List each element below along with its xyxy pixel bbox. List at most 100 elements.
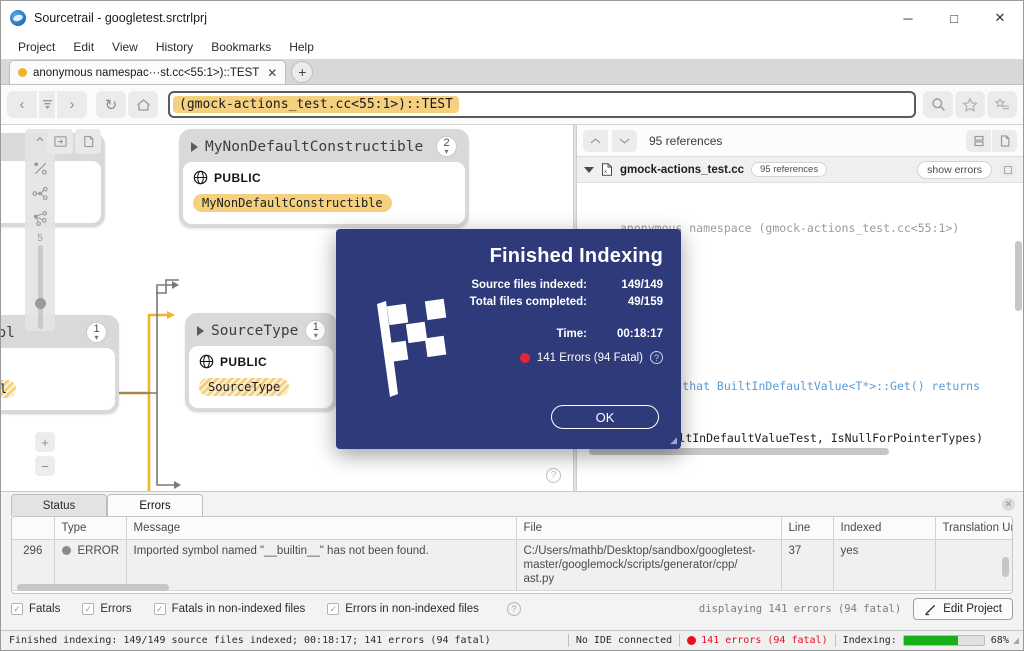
window-resize-grip[interactable]: ◢ — [1009, 636, 1019, 645]
errors-table[interactable]: Type Message File Line Indexed Translati… — [11, 516, 1013, 594]
col-rownum[interactable] — [12, 517, 55, 540]
table-vertical-scrollbar[interactable] — [1002, 557, 1009, 577]
zoom-in-button[interactable]: + — [35, 432, 55, 452]
minimize-button[interactable]: ─ — [885, 1, 931, 35]
tab-active[interactable]: anonymous namespac···st.cc<55:1>)::TEST … — [9, 60, 287, 84]
menu-history[interactable]: History — [147, 38, 202, 56]
col-message[interactable]: Message — [126, 517, 517, 540]
col-indexed[interactable]: Indexed — [833, 517, 936, 540]
cell-rownum: 296 — [12, 539, 55, 591]
checkbox[interactable] — [327, 603, 340, 615]
search-input[interactable]: (gmock-actions_test.cc<55:1>)::TEST — [168, 91, 916, 118]
dialog-resize-grip[interactable]: ◢ — [670, 435, 677, 446]
export-glyph — [53, 136, 67, 147]
code-horizontal-scrollbar[interactable] — [589, 448, 889, 455]
zoom-slider[interactable] — [34, 245, 46, 329]
expand-triangle-icon[interactable] — [197, 325, 204, 336]
dialog-errors-row[interactable]: 141 Errors (94 Fatal) ? — [519, 351, 663, 364]
ide-status[interactable]: No IDE connected — [576, 635, 672, 646]
table-row[interactable]: 296 ERROR Imported symbol named "__built… — [12, 539, 1012, 591]
tab-errors[interactable]: Errors — [107, 494, 203, 516]
access-label: PUBLIC — [220, 354, 268, 369]
graph-node-title: tionImpl — [1, 324, 15, 341]
list-view-icon[interactable] — [966, 129, 991, 152]
menu-view[interactable]: View — [103, 38, 147, 56]
next-reference-button[interactable] — [612, 129, 637, 152]
checkbox[interactable] — [153, 603, 166, 615]
close-button[interactable]: ✕ — [977, 1, 1023, 35]
errors-help-icon[interactable]: ? — [650, 351, 663, 364]
table-horizontal-scrollbar[interactable] — [17, 584, 169, 591]
graph-node-mynondefaultconstructible[interactable]: MyNonDefaultConstructible 2 ▾ PUBLIC MyN… — [179, 129, 469, 228]
maximize-snippet-icon[interactable] — [999, 161, 1016, 178]
zoom-slider-handle[interactable] — [34, 298, 46, 309]
history-dropdown-icon[interactable] — [39, 91, 55, 118]
expand-triangle-icon[interactable] — [191, 141, 198, 152]
back-button[interactable]: ‹ — [7, 91, 37, 118]
dialog-ok-button[interactable]: OK — [551, 405, 659, 429]
graph-node-sourcetype[interactable]: SourceType 1 ▾ PUBLIC SourceType — [185, 313, 337, 412]
tab-close-icon[interactable]: ✕ — [267, 66, 277, 80]
zoom-out-button[interactable]: − — [35, 456, 55, 476]
status-errors[interactable]: 141 errors (94 fatal) — [687, 635, 828, 646]
col-line[interactable]: Line — [781, 517, 834, 540]
graph-node-count[interactable]: 2 ▾ — [436, 136, 457, 157]
search-icon[interactable] — [923, 91, 953, 118]
graph-node-count[interactable]: 1 ▾ — [305, 320, 327, 341]
checkbox[interactable] — [82, 603, 95, 615]
graph-member[interactable]: SourceType — [199, 378, 289, 396]
checkbox[interactable] — [11, 603, 23, 615]
chevron-down-icon: ▾ — [313, 330, 318, 340]
bookmark-list-icon[interactable] — [987, 91, 1017, 118]
menu-project[interactable]: Project — [9, 38, 64, 56]
filter-errors[interactable]: Errors — [82, 603, 132, 615]
bottom-panel-close-icon[interactable]: ✕ — [1002, 498, 1015, 511]
access-label: PUBLIC — [214, 170, 262, 185]
menu-bookmarks[interactable]: Bookmarks — [202, 38, 280, 56]
finished-indexing-dialog: Finished Indexing Source files indexed: … — [336, 229, 681, 449]
edit-project-button[interactable]: Edit Project — [913, 598, 1013, 620]
refresh-button[interactable]: ↻ — [96, 91, 126, 118]
graph-member[interactable]: ctionImpl — [1, 380, 16, 398]
bookmark-star-icon[interactable] — [955, 91, 985, 118]
code-vertical-scrollbar[interactable] — [1015, 241, 1022, 311]
menu-help[interactable]: Help — [280, 38, 323, 56]
list-view-glyph — [973, 135, 984, 146]
col-file[interactable]: File — [516, 517, 782, 540]
share-graph-icon[interactable] — [27, 206, 53, 231]
new-tab-button[interactable]: + — [291, 61, 314, 83]
percent-graph-icon[interactable] — [27, 156, 53, 181]
file-view-icon[interactable] — [992, 129, 1017, 152]
table-header-row: Type Message File Line Indexed Translati… — [12, 517, 1012, 540]
error-dot-icon — [519, 352, 530, 363]
indexing-percent: 68% — [990, 635, 1009, 646]
home-button[interactable] — [128, 91, 158, 118]
page-icon[interactable] — [75, 129, 101, 154]
col-translation-unit[interactable]: Translation Un — [935, 517, 1012, 540]
collapse-triangle-icon[interactable] — [584, 166, 594, 173]
forward-button[interactable]: › — [57, 91, 87, 118]
graph-node-count[interactable]: 1 ▾ — [86, 322, 107, 343]
filter-fatals[interactable]: Fatals — [11, 603, 60, 615]
col-type[interactable]: Type — [54, 517, 127, 540]
show-errors-button[interactable]: show errors — [917, 160, 992, 179]
star-glyph — [962, 97, 978, 112]
maximize-button[interactable]: □ — [931, 1, 977, 35]
tab-status[interactable]: Status — [11, 494, 107, 516]
graph-toolbar: ⌃ 5 — [25, 129, 55, 331]
graph-node-partial-bottom[interactable]: tionImpl 1 ▾ UBLIC ct — [1, 315, 119, 414]
prev-reference-button[interactable] — [583, 129, 608, 152]
filter-errors-nonindexed[interactable]: Errors in non-indexed files — [327, 603, 479, 615]
menu-edit[interactable]: Edit — [64, 38, 103, 56]
hierarchy-icon[interactable] — [27, 181, 53, 206]
status-errors-text: 141 errors (94 fatal) — [701, 635, 828, 646]
share-glyph — [33, 211, 47, 227]
title-bar: Sourcetrail - googletest.srctrlprj ─ □ ✕ — [1, 1, 1023, 35]
filter-fatals-nonindexed[interactable]: Fatals in non-indexed files — [153, 603, 305, 615]
status-right: No IDE connected 141 errors (94 fatal) I… — [561, 634, 1023, 647]
code-file-bar[interactable]: x gmock-actions_test.cc 95 references sh… — [577, 157, 1023, 183]
graph-member[interactable]: MyNonDefaultConstructible — [193, 194, 392, 212]
graph-help-icon[interactable]: ? — [546, 468, 561, 483]
export-icon[interactable] — [47, 129, 73, 154]
filters-help-icon[interactable]: ? — [506, 602, 521, 616]
